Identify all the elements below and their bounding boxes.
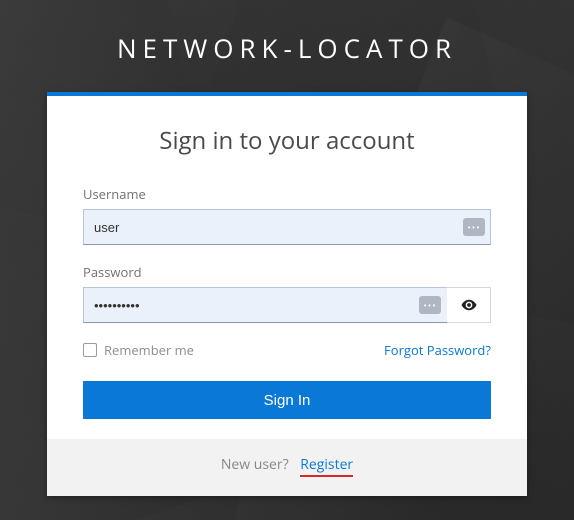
card-footer: New user? Register [47,439,527,496]
username-input[interactable] [83,209,491,245]
password-field: Password ••• [83,263,491,323]
username-label: Username [83,185,491,203]
username-field: Username ••• [83,185,491,245]
new-user-prompt: New user? [221,455,289,474]
password-input[interactable] [83,287,447,323]
register-link[interactable]: Register [300,455,353,477]
sign-in-button[interactable]: Sign In [83,381,491,419]
remember-me-label: Remember me [104,341,194,359]
card-title: Sign in to your account [83,124,491,157]
password-label: Password [83,263,491,281]
remember-me-input[interactable] [83,343,97,357]
login-card: Sign in to your account Username ••• Pas… [47,92,527,496]
remember-me-checkbox[interactable]: Remember me [83,341,194,359]
app-brand: NETWORK-LOCATOR [0,0,574,92]
toggle-password-visibility-button[interactable] [447,287,491,323]
eye-icon [460,296,478,314]
forgot-password-link[interactable]: Forgot Password? [384,341,491,359]
